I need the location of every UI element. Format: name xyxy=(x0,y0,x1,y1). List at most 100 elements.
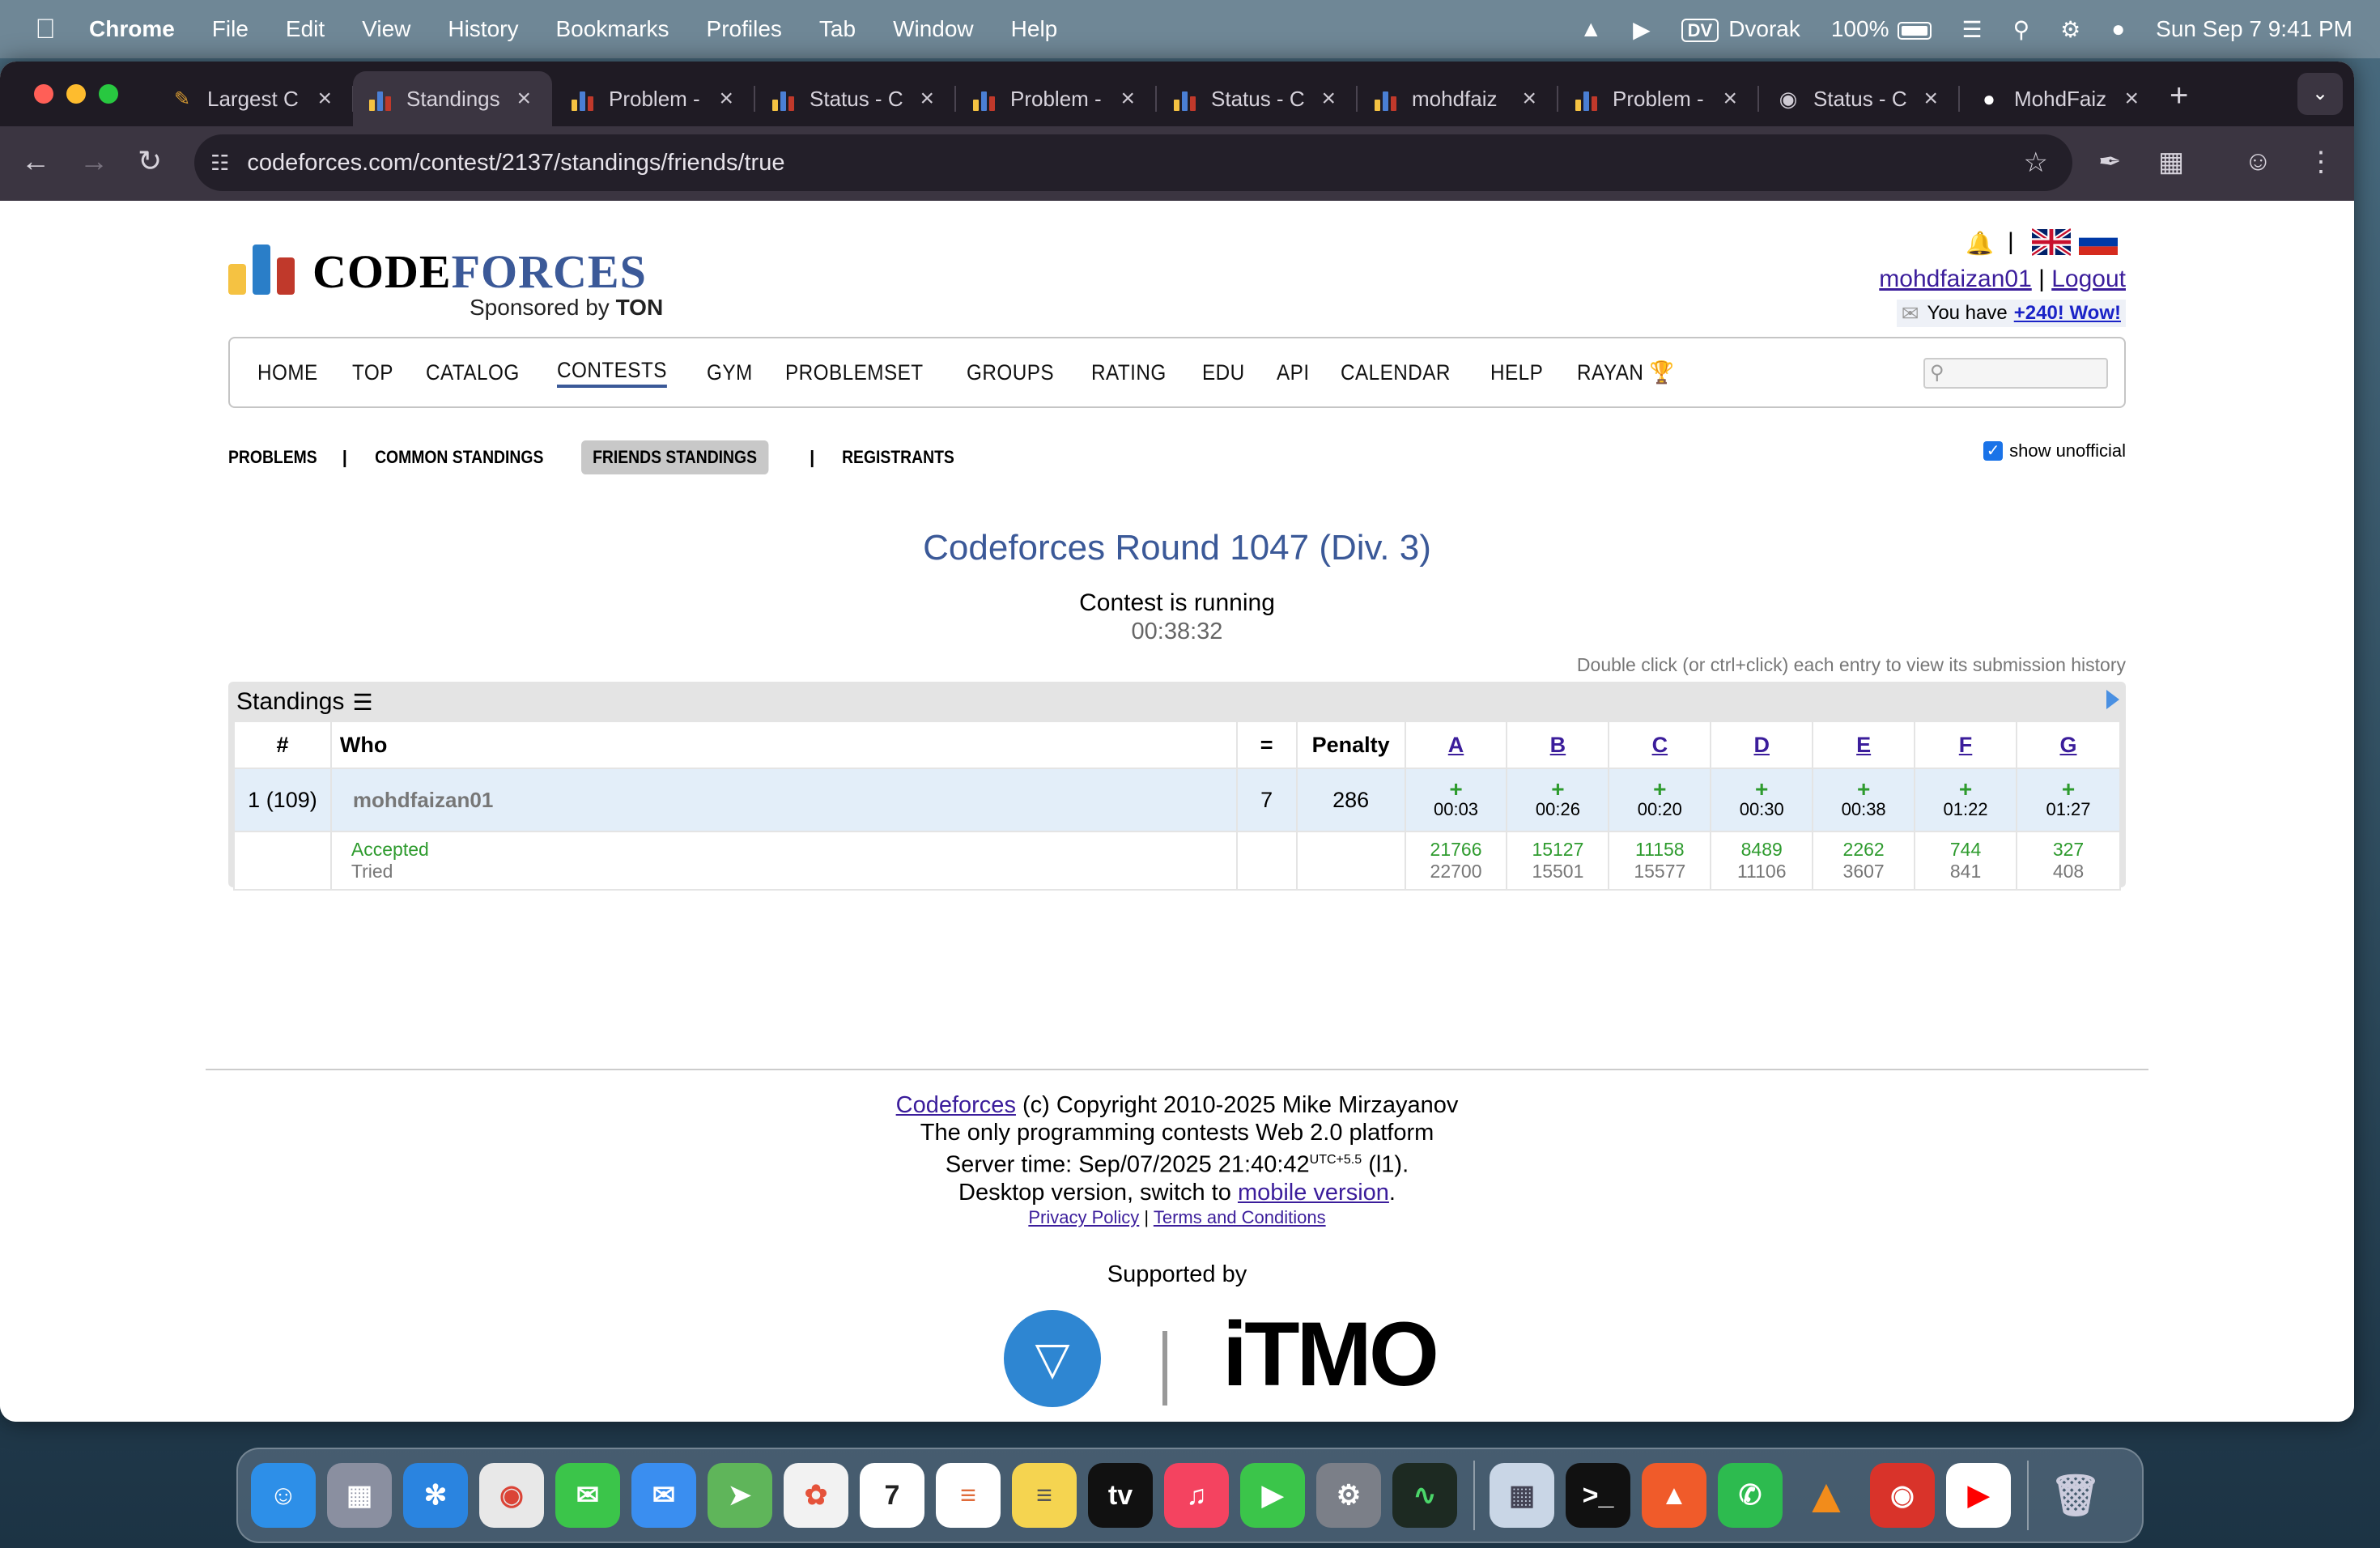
extensions-puzzle-icon[interactable]: ▦ xyxy=(2158,146,2184,178)
facetime-icon[interactable]: ▶ xyxy=(1240,1463,1305,1528)
problem-c-link[interactable]: C xyxy=(1652,733,1668,757)
battery-status[interactable]: 100% xyxy=(1831,16,1932,42)
close-tab-icon[interactable]: × xyxy=(1522,85,1536,113)
wifi-icon[interactable]: ☰ xyxy=(1962,16,1983,43)
nav-calendar[interactable]: CALENDAR xyxy=(1341,360,1451,385)
notification-link[interactable]: +240! Wow! xyxy=(2014,302,2121,325)
bell-icon[interactable]: 🔔 xyxy=(1966,230,1994,256)
menu-view[interactable]: View xyxy=(362,16,410,42)
site-info-icon[interactable]: ☷ xyxy=(210,151,229,176)
new-tab-button[interactable]: + xyxy=(2170,78,2188,114)
list-icon[interactable]: ☰ xyxy=(352,689,372,716)
menu-tab[interactable]: Tab xyxy=(819,16,856,42)
close-tab-icon[interactable]: × xyxy=(516,85,531,113)
terms-link[interactable]: Terms and Conditions xyxy=(1154,1207,1326,1227)
table-row[interactable]: 1 (109) mohdfaizan01 7 286 +00:03 +00:26… xyxy=(233,768,2121,832)
browser-tab[interactable]: Status - C × xyxy=(756,71,956,126)
english-flag-icon[interactable] xyxy=(2031,228,2071,256)
calendar-icon[interactable]: 7 xyxy=(860,1463,924,1528)
privacy-policy-link[interactable]: Privacy Policy xyxy=(1028,1207,1139,1227)
nav-help[interactable]: HELP xyxy=(1490,360,1543,385)
music-icon[interactable]: ♫ xyxy=(1164,1463,1229,1528)
chrome-menu-icon[interactable]: ⋮ xyxy=(2307,146,2335,178)
browser-tab[interactable]: ✎ Largest C × xyxy=(154,71,354,126)
keyboard-input-menu[interactable]: DV Dvorak xyxy=(1681,16,1800,42)
nav-catalog[interactable]: CATALOG xyxy=(426,360,520,385)
nav-api[interactable]: API xyxy=(1277,360,1310,385)
nav-rayan[interactable]: RAYAN 🏆 xyxy=(1577,359,1674,385)
menu-window[interactable]: Window xyxy=(893,16,974,42)
nav-rating[interactable]: RATING xyxy=(1091,360,1167,385)
close-tab-icon[interactable]: × xyxy=(920,85,934,113)
mail-icon[interactable]: ✉ xyxy=(631,1463,696,1528)
subnav-common-standings[interactable]: COMMON STANDINGS xyxy=(363,440,555,474)
footer-codeforces-link[interactable]: Codeforces xyxy=(896,1092,1016,1118)
browser-tab[interactable]: mohdfaiz × xyxy=(1358,71,1558,126)
launchpad-icon[interactable]: ▦ xyxy=(327,1463,392,1528)
close-tab-icon[interactable]: × xyxy=(2124,85,2139,113)
menu-profiles[interactable]: Profiles xyxy=(707,16,782,42)
menu-bookmarks[interactable]: Bookmarks xyxy=(555,16,669,42)
menu-clock[interactable]: Sun Sep 7 9:41 PM xyxy=(2156,16,2352,42)
ton-logo-icon[interactable]: ▽ xyxy=(1004,1310,1101,1407)
browser-tab[interactable]: Problem - × xyxy=(555,71,755,126)
browser-tab[interactable]: Problem - × xyxy=(1559,71,1759,126)
browser-tab[interactable]: Status - C × xyxy=(1158,71,1358,126)
problem-cell[interactable]: +01:22 xyxy=(1914,768,2017,832)
photos-icon[interactable]: ✿ xyxy=(784,1463,848,1528)
notes-icon[interactable]: ≡ xyxy=(1012,1463,1077,1528)
terminal-icon[interactable]: >_ xyxy=(1566,1463,1630,1528)
browser-tab-active[interactable]: Standings × xyxy=(353,71,552,126)
zoom-window-button[interactable] xyxy=(99,84,118,104)
whatsapp-icon[interactable]: ✆ xyxy=(1718,1463,1783,1528)
forward-button[interactable]: → xyxy=(79,144,108,178)
close-tab-icon[interactable]: × xyxy=(1120,85,1135,113)
reminders-icon[interactable]: ≡ xyxy=(936,1463,1001,1528)
nav-problemset[interactable]: PROBLEMSET xyxy=(785,360,924,385)
preview-icon[interactable]: ▦ xyxy=(1490,1463,1554,1528)
apple-menu-icon[interactable]:  xyxy=(29,14,62,45)
spotlight-search-icon[interactable]: ⚲ xyxy=(2013,16,2030,43)
control-center-icon[interactable]: ⚙ xyxy=(2060,16,2080,43)
safari-icon[interactable]: ✻ xyxy=(403,1463,468,1528)
apple-tv-icon[interactable]: tv xyxy=(1088,1463,1153,1528)
russian-flag-icon[interactable] xyxy=(2078,228,2118,256)
nav-edu[interactable]: EDU xyxy=(1202,360,1245,385)
youtube-icon[interactable]: ▶ xyxy=(1946,1463,2011,1528)
brave-icon[interactable]: ▲ xyxy=(1642,1463,1706,1528)
close-tab-icon[interactable]: × xyxy=(719,85,733,113)
menu-app-name[interactable]: Chrome xyxy=(89,16,175,42)
vlc-status-icon[interactable]: ▲ xyxy=(1579,16,1602,42)
subnav-registrants[interactable]: REGISTRANTS xyxy=(831,440,966,474)
photo-booth-icon[interactable]: ◉ xyxy=(1870,1463,1935,1528)
problem-a-link[interactable]: A xyxy=(1448,733,1464,757)
problem-cell[interactable]: +00:03 xyxy=(1404,768,1508,832)
vlc-icon[interactable]: ▲ xyxy=(1794,1463,1859,1528)
nav-contests[interactable]: CONTESTS xyxy=(557,358,667,388)
username-link[interactable]: mohdfaizan01 xyxy=(1879,266,2031,292)
messages-icon[interactable]: ✉ xyxy=(555,1463,620,1528)
nav-groups[interactable]: GROUPS xyxy=(967,360,1054,385)
problem-cell[interactable]: +00:38 xyxy=(1812,768,1916,832)
close-tab-icon[interactable]: × xyxy=(1923,85,1938,113)
site-search-input[interactable]: ⚲ xyxy=(1923,358,2108,389)
row-who[interactable]: mohdfaizan01 xyxy=(329,768,1238,832)
browser-tab[interactable]: ◉ Status - C × xyxy=(1760,71,1960,126)
problem-d-link[interactable]: D xyxy=(1753,733,1770,757)
subnav-problems[interactable]: PROBLEMS xyxy=(228,440,329,474)
address-bar[interactable]: ☷ codeforces.com/contest/2137/standings/… xyxy=(194,134,2072,191)
url-text[interactable]: codeforces.com/contest/2137/standings/fr… xyxy=(247,150,784,176)
reload-button[interactable]: ↻ xyxy=(138,144,162,178)
play-status-icon[interactable]: ▶ xyxy=(1633,16,1651,43)
close-tab-icon[interactable]: × xyxy=(317,85,332,113)
problem-g-link[interactable]: G xyxy=(2059,733,2076,757)
menu-edit[interactable]: Edit xyxy=(286,16,325,42)
problem-e-link[interactable]: E xyxy=(1856,733,1871,757)
nav-home[interactable]: HOME xyxy=(257,360,318,385)
menu-help[interactable]: Help xyxy=(1011,16,1058,42)
chrome-icon[interactable]: ◉ xyxy=(479,1463,544,1528)
problem-cell[interactable]: +01:27 xyxy=(2016,768,2121,832)
itmo-logo[interactable]: iTMO xyxy=(1222,1302,1439,1406)
bookmark-star-icon[interactable]: ☆ xyxy=(2024,147,2048,179)
minimize-window-button[interactable] xyxy=(66,84,86,104)
